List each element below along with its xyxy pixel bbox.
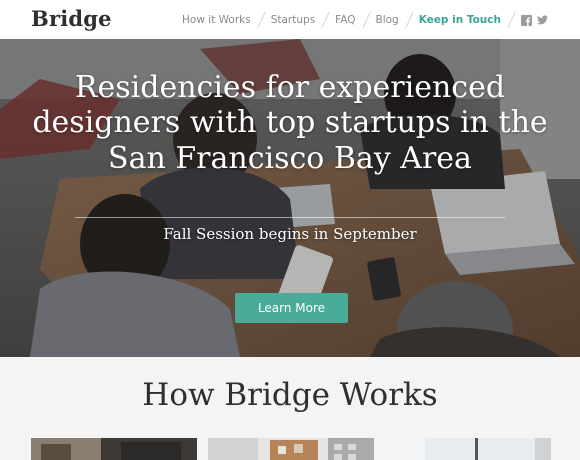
how-card-image	[385, 438, 551, 460]
hero-title: Residencies for experienced designers wi…	[32, 70, 548, 176]
social-links	[521, 14, 548, 26]
how-section: How Bridge Works	[0, 357, 580, 460]
nav-separator	[321, 12, 330, 28]
nav-separator	[405, 12, 414, 28]
how-card-image	[208, 438, 374, 460]
hero-subtitle: Fall Session begins in September	[163, 225, 417, 243]
twitter-icon[interactable]	[537, 14, 548, 26]
site-header: Bridge How it Works Startups FAQ Blog Ke…	[0, 0, 580, 39]
nav-startups[interactable]: Startups	[271, 14, 315, 26]
nav-keep-in-touch[interactable]: Keep in Touch	[419, 14, 501, 26]
nav-faq[interactable]: FAQ	[335, 14, 355, 26]
section-title: How Bridge Works	[142, 377, 438, 413]
hero-section: Residencies for experienced designers wi…	[0, 39, 580, 357]
nav-blog[interactable]: Blog	[376, 14, 399, 26]
nav-how-it-works[interactable]: How it Works	[182, 14, 251, 26]
how-card-image	[31, 438, 197, 460]
facebook-icon[interactable]	[521, 14, 532, 26]
nav-separator	[361, 12, 371, 28]
logo[interactable]: Bridge	[31, 6, 112, 31]
nav-separator	[256, 12, 266, 28]
main-nav: How it Works Startups FAQ Blog Keep in T…	[182, 12, 580, 28]
hero-divider	[75, 217, 505, 218]
learn-more-button[interactable]: Learn More	[235, 293, 348, 323]
nav-separator	[507, 12, 516, 28]
